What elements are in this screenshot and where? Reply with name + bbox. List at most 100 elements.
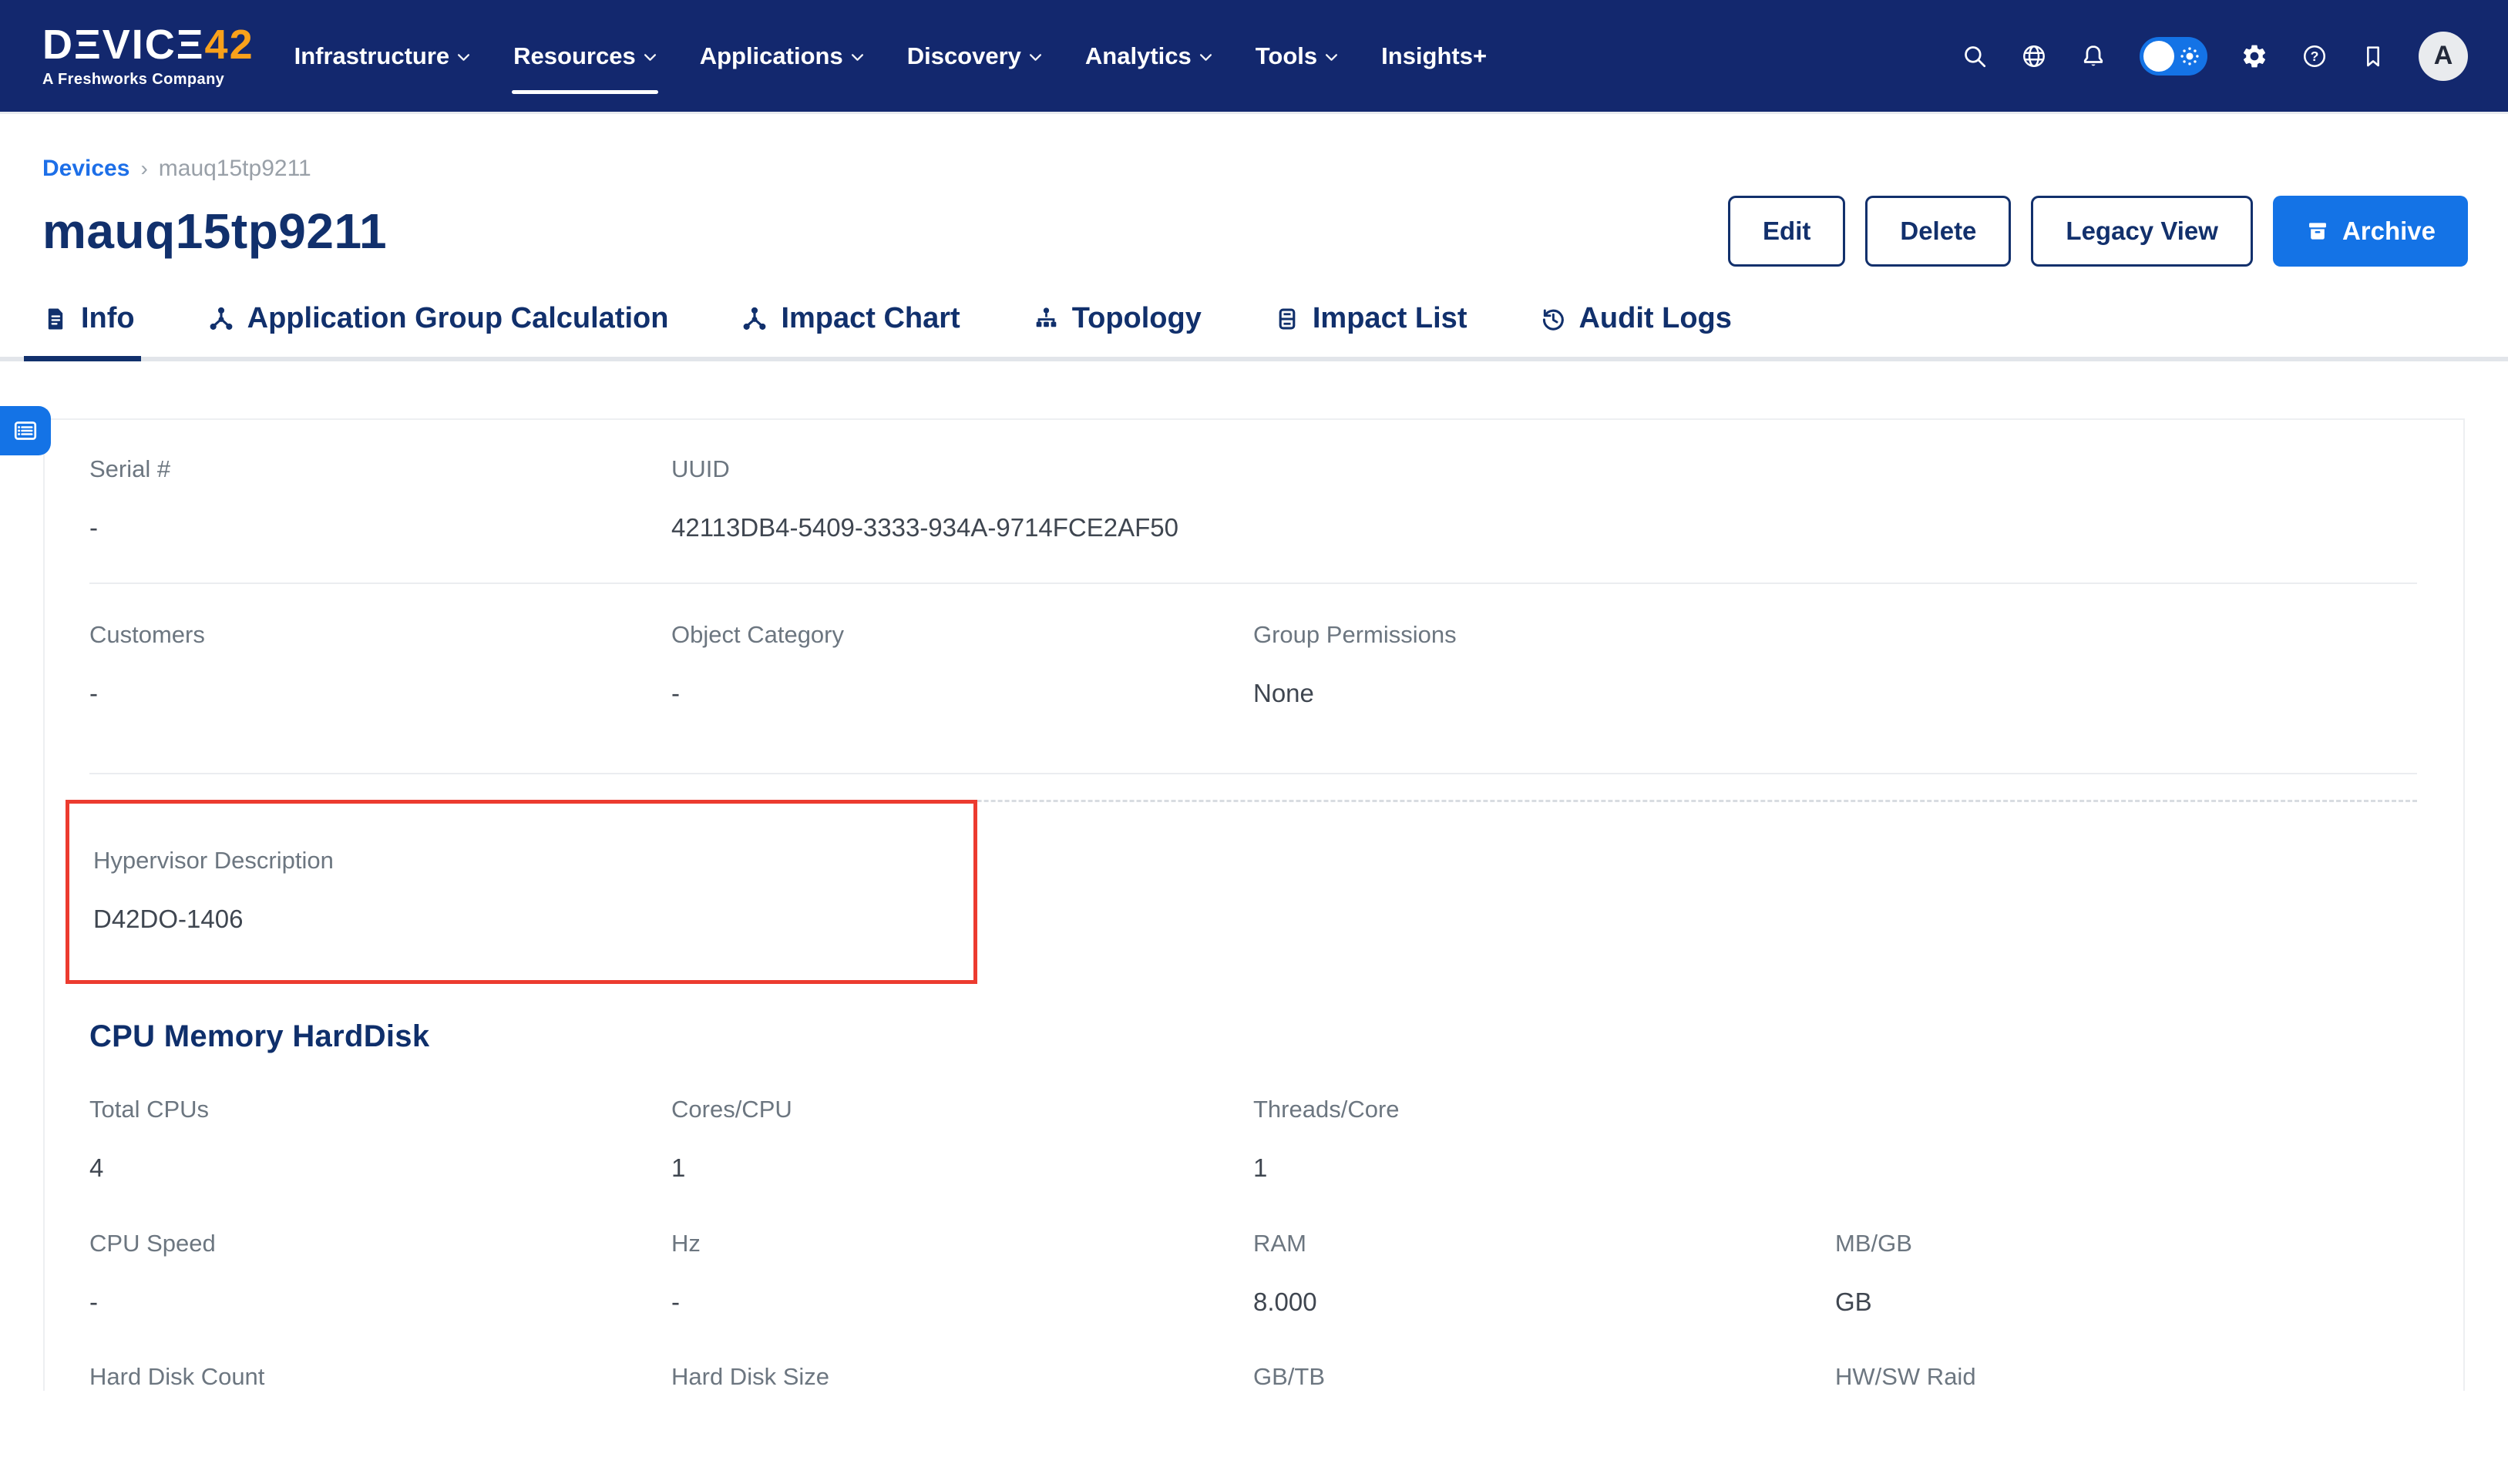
breadcrumb-devices-link[interactable]: Devices (42, 156, 129, 182)
chevron-down-icon (851, 53, 864, 62)
chevron-down-icon (1325, 53, 1338, 62)
field-gb-tb: GB/TB (1253, 1363, 1835, 1391)
field-value: D42DO-1406 (93, 899, 625, 938)
page-header: Devices › mauq15tp9211 mauq15tp9211 Edit… (0, 114, 2508, 267)
nav-item-applications[interactable]: Applications (700, 42, 864, 70)
field-value: - (671, 673, 1203, 713)
bookmark-icon[interactable] (2361, 44, 2385, 69)
field-ram: RAM 8.000 (1253, 1230, 1835, 1321)
field-label: GB/TB (1253, 1363, 1835, 1391)
field-value: - (89, 508, 621, 547)
tree-icon (1033, 305, 1060, 332)
field-cpu-speed: CPU Speed - (89, 1230, 671, 1321)
tab-impact-chart[interactable]: Impact Chart (741, 302, 960, 357)
action-buttons: Edit Delete Legacy View Archive (1728, 196, 2468, 267)
device-info-card: Serial # - UUID 42113DB4-5409-3333-934A-… (43, 418, 2465, 1391)
field-label: Object Category (671, 621, 1253, 649)
field-label: Customers (89, 621, 671, 649)
field-label: Hard Disk Size (671, 1363, 1253, 1391)
tab-application-group-calculation[interactable]: Application Group Calculation (207, 302, 669, 357)
tab-audit-logs[interactable]: Audit Logs (1539, 302, 1731, 357)
field-serial: Serial # - (89, 455, 671, 547)
chevron-down-icon (644, 53, 657, 62)
legacy-view-button[interactable]: Legacy View (2031, 196, 2253, 267)
field-value: 8.000 (1253, 1282, 1785, 1321)
help-icon[interactable]: ? (2301, 43, 2328, 69)
tab-info[interactable]: Info (42, 302, 135, 357)
history-icon (1539, 305, 1566, 332)
breadcrumb-current: mauq15tp9211 (159, 156, 311, 182)
nav-item-resources[interactable]: Resources (513, 42, 657, 70)
device42-logo[interactable]: DΞVICΞ42 A Freshworks Company (42, 24, 254, 89)
navbar-right-icons: ? A (1962, 32, 2468, 81)
field-total-cpus: Total CPUs 4 (89, 1096, 671, 1187)
search-icon[interactable] (1962, 43, 1988, 69)
nav-item-tools[interactable]: Tools (1256, 42, 1338, 70)
nav-item-infrastructure[interactable]: Infrastructure (294, 42, 471, 70)
field-cores-per-cpu: Cores/CPU 1 (671, 1096, 1253, 1187)
field-label: Serial # (89, 455, 671, 483)
sidebar-toggle-button[interactable] (0, 406, 51, 455)
field-hard-disk-size: Hard Disk Size (671, 1363, 1253, 1391)
field-label: RAM (1253, 1230, 1835, 1257)
hub-icon (207, 305, 235, 333)
field-value: 4 (89, 1148, 621, 1187)
top-navbar: DΞVICΞ42 A Freshworks Company Infrastruc… (0, 0, 2508, 114)
chevron-down-icon (1199, 53, 1212, 62)
content-area: Serial # - UUID 42113DB4-5409-3333-934A-… (0, 418, 2508, 1391)
field-value: 1 (1253, 1148, 1785, 1187)
edit-button[interactable]: Edit (1728, 196, 1845, 267)
field-label: CPU Speed (89, 1230, 671, 1257)
gear-icon[interactable] (2241, 42, 2268, 70)
hypervisor-section: Hypervisor Description D42DO-1406 (89, 800, 2417, 984)
field-label: MB/GB (1835, 1230, 2417, 1257)
field-hypervisor-description: Hypervisor Description D42DO-1406 (93, 847, 943, 938)
field-value: None (1253, 673, 1785, 713)
field-group-permissions: Group Permissions None (1253, 621, 1835, 713)
nav-item-insights-plus[interactable]: Insights+ (1381, 42, 1487, 70)
field-hz: Hz - (671, 1230, 1253, 1321)
hub-icon (741, 305, 768, 333)
nav-item-discovery[interactable]: Discovery (907, 42, 1042, 70)
field-hw-sw-raid: HW/SW Raid (1835, 1363, 2417, 1391)
field-value: - (671, 1282, 1203, 1321)
field-label: Threads/Core (1253, 1096, 1835, 1123)
field-mb-gb: MB/GB GB (1835, 1230, 2417, 1321)
breadcrumb-separator: › (140, 156, 147, 181)
tab-topology[interactable]: Topology (1033, 302, 1202, 357)
field-value: 1 (671, 1148, 1203, 1187)
detail-tabs: Info Application Group Calculation Impac… (0, 302, 2508, 361)
chevron-down-icon (1029, 53, 1042, 62)
field-value: 42113DB4-5409-3333-934A-9714FCE2AF50 (671, 508, 1203, 547)
list-icon (1274, 306, 1300, 332)
cpu-row-1: Total CPUs 4 Cores/CPU 1 Threads/Core 1 (89, 1096, 2417, 1187)
list-panel-icon (12, 417, 39, 445)
device42-logo-number: 42 (205, 22, 254, 68)
sun-icon (2177, 44, 2202, 69)
field-label: Total CPUs (89, 1096, 671, 1123)
tab-impact-list[interactable]: Impact List (1274, 302, 1467, 357)
field-threads-per-core: Threads/Core 1 (1253, 1096, 1835, 1187)
document-icon (42, 306, 69, 332)
globe-icon[interactable] (2021, 43, 2047, 69)
section-title-cpu-memory-harddisk: CPU Memory HardDisk (89, 1019, 2417, 1054)
info-row-customers: Customers - Object Category - Group Perm… (89, 584, 2417, 774)
field-hard-disk-count: Hard Disk Count (89, 1363, 671, 1391)
chevron-down-icon (457, 53, 470, 62)
field-customers: Customers - (89, 621, 671, 713)
hypervisor-highlight-box: Hypervisor Description D42DO-1406 (66, 800, 977, 984)
archive-button[interactable]: Archive (2273, 196, 2468, 267)
field-label: HW/SW Raid (1835, 1363, 2417, 1391)
nav-item-analytics[interactable]: Analytics (1085, 42, 1212, 70)
archive-icon (2305, 219, 2330, 243)
field-label: Hypervisor Description (93, 847, 943, 875)
field-value: - (89, 673, 621, 713)
bell-icon[interactable] (2080, 43, 2106, 69)
theme-toggle[interactable] (2140, 37, 2207, 76)
delete-button[interactable]: Delete (1865, 196, 2011, 267)
field-object-category: Object Category - (671, 621, 1253, 713)
cpu-row-2: CPU Speed - Hz - RAM 8.000 MB/GB GB (89, 1230, 2417, 1321)
field-uuid: UUID 42113DB4-5409-3333-934A-9714FCE2AF5… (671, 455, 1253, 547)
avatar[interactable]: A (2419, 32, 2468, 81)
field-value: GB (1835, 1282, 2367, 1321)
